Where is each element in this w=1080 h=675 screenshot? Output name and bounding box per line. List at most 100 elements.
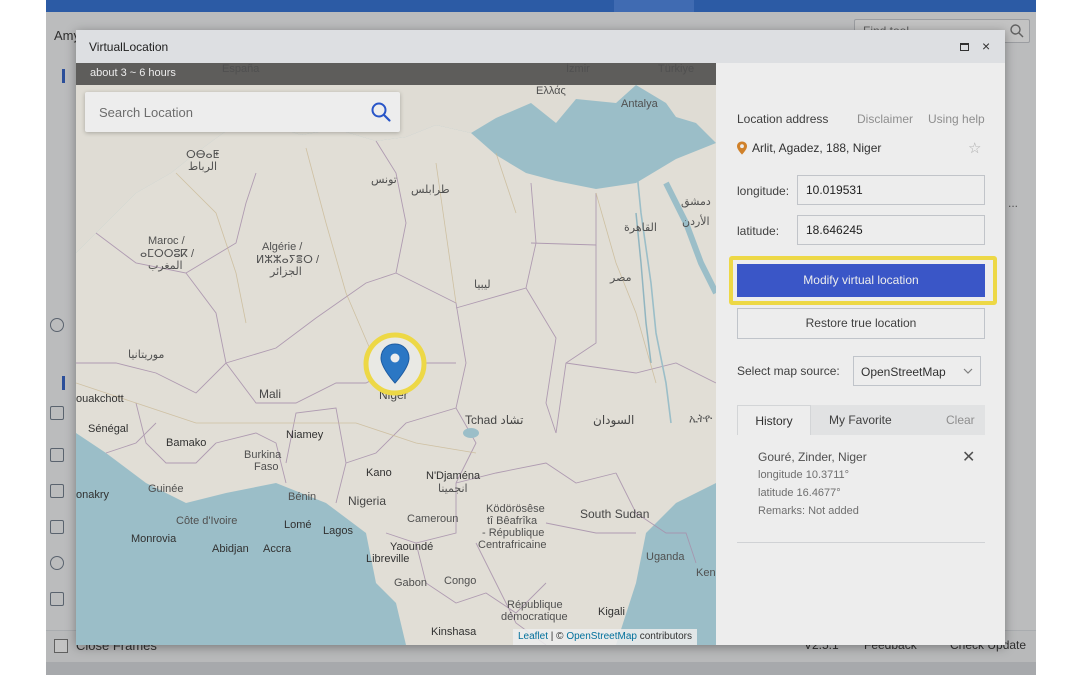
osm-link[interactable]: OpenStreetMap xyxy=(566,631,637,642)
map-label: تونس xyxy=(371,174,397,186)
map-view[interactable]: about 3 ~ 6 hours España İzmir Türkiye Ε… xyxy=(76,63,716,645)
latitude-field[interactable] xyxy=(797,215,985,245)
maximize-icon[interactable] xyxy=(960,43,969,51)
map-label: Abidjan xyxy=(212,543,249,555)
map-label: Sénégal xyxy=(88,423,129,435)
map-label: Niamey xyxy=(286,429,324,441)
map-label: الأردن xyxy=(682,216,710,228)
map-label: مصر xyxy=(610,272,632,284)
map-label: Libreville xyxy=(366,553,410,565)
favorite-star-icon[interactable]: ☆ xyxy=(968,139,981,157)
map-label: القاهرة xyxy=(624,222,657,234)
latitude-label: latitude: xyxy=(737,224,780,238)
history-latitude: latitude 16.4677° xyxy=(758,487,841,499)
dialog-title-bar: VirtualLocation × xyxy=(76,30,1005,63)
map-attribution: Leaflet | © OpenStreetMap contributors xyxy=(513,629,697,645)
map-label: Congo xyxy=(444,575,477,587)
history-divider xyxy=(737,542,985,543)
map-label: Ken xyxy=(696,567,716,579)
history-tabs: History My Favorite Clear xyxy=(737,405,985,435)
tab-my-favorite[interactable]: My Favorite xyxy=(829,405,892,435)
close-icon[interactable]: × xyxy=(982,38,990,54)
map-label: طرابلس xyxy=(411,184,450,196)
map-label: Accra xyxy=(263,543,292,555)
map-label: - République xyxy=(482,527,545,539)
map-label: Cameroun xyxy=(407,513,459,525)
map-label: Guinée xyxy=(148,483,184,495)
location-address-label: Location address xyxy=(737,112,829,126)
longitude-field[interactable] xyxy=(797,175,985,205)
map-label: N'Djaména xyxy=(426,470,481,482)
map-label: المغرب xyxy=(148,260,183,272)
latitude-input[interactable] xyxy=(806,217,976,243)
map-label: السودان xyxy=(593,413,635,427)
location-pin-highlight[interactable] xyxy=(362,331,428,397)
map-label: Ködörösêse xyxy=(486,503,545,515)
map-source-label: Select map source: xyxy=(737,364,840,378)
map-label: الجزائر xyxy=(270,266,302,278)
map-source-value: OpenStreetMap xyxy=(861,365,946,379)
map-label: Lagos xyxy=(323,525,353,537)
search-icon[interactable] xyxy=(370,101,392,123)
map-label: Faso xyxy=(254,461,279,473)
clear-history-link[interactable]: Clear xyxy=(946,405,975,435)
map-banner-text: about 3 ~ 6 hours xyxy=(90,67,176,79)
map-label: Bénin xyxy=(288,491,317,503)
map-label: démocratique xyxy=(501,611,568,623)
search-location-input[interactable] xyxy=(99,102,349,122)
map-label: Gabon xyxy=(394,577,428,589)
map-label: Kano xyxy=(366,467,392,479)
chevron-down-icon xyxy=(963,368,973,374)
map-label: tî Bêafrîka xyxy=(487,515,538,527)
map-label: انجمينا xyxy=(438,483,468,495)
map-label: République xyxy=(507,599,563,611)
map-label: موريتانيا xyxy=(128,349,165,361)
map-label: Monrovia xyxy=(131,533,177,545)
leaflet-link[interactable]: Leaflet xyxy=(518,631,548,642)
map-label: Uganda xyxy=(646,551,685,563)
map-label: Centrafricaine xyxy=(478,539,547,551)
map-label: ليبيا xyxy=(474,279,491,291)
history-longitude: longitude 10.3711° xyxy=(758,469,850,481)
restore-true-location-button[interactable]: Restore true location xyxy=(737,308,985,339)
map-label: Algérie / xyxy=(262,241,303,253)
map-label: الرباط xyxy=(188,161,218,173)
map-label: دمشق xyxy=(681,196,711,208)
history-place: Gouré, Zinder, Niger xyxy=(758,450,867,464)
map-info-banner: about 3 ~ 6 hours xyxy=(76,63,716,85)
using-help-link[interactable]: Using help xyxy=(928,112,985,126)
map-label: Yaoundé xyxy=(390,541,434,553)
map-source-select[interactable]: OpenStreetMap xyxy=(853,356,981,386)
delete-history-icon[interactable]: ✕ xyxy=(962,447,975,467)
map-label: Lomé xyxy=(284,519,312,531)
map-label: Nigeria xyxy=(348,494,387,508)
map-label: Kigali xyxy=(598,606,625,618)
map-label: Antalya xyxy=(621,98,658,110)
map-label: ouakchott xyxy=(76,393,124,405)
map-label: Ελλάς xyxy=(536,85,566,97)
map-label: España xyxy=(222,63,260,75)
attribution-separator: | © xyxy=(548,631,567,642)
search-location-box[interactable] xyxy=(85,92,400,132)
map-label: ኢትዮ xyxy=(689,413,713,425)
map-label: Mali xyxy=(259,387,282,401)
location-pin-icon xyxy=(737,141,747,155)
map-label: Maroc / xyxy=(148,235,185,247)
longitude-input[interactable] xyxy=(806,177,976,203)
map-label: Burkina xyxy=(244,449,282,461)
map-label: Côte d'Ivoire xyxy=(176,515,238,527)
disclaimer-link[interactable]: Disclaimer xyxy=(857,112,913,126)
map-label: South Sudan xyxy=(580,507,650,521)
map-label: Kinshasa xyxy=(431,626,477,638)
map-label: onakry xyxy=(76,489,110,501)
attribution-tail: contributors xyxy=(636,631,692,642)
map-label: İzmir xyxy=(566,63,590,75)
tab-history[interactable]: History xyxy=(737,405,811,435)
longitude-label: longitude: xyxy=(737,184,790,198)
map-label: Türkiye xyxy=(658,63,695,75)
history-list-item[interactable]: Gouré, Zinder, Niger longitude 10.3711° … xyxy=(737,435,985,547)
map-marker-icon[interactable] xyxy=(362,331,428,397)
modify-virtual-location-button[interactable]: Modify virtual location xyxy=(737,264,985,297)
location-panel: Location address Disclaimer Using help A… xyxy=(716,63,1005,645)
history-remarks: Remarks: Not added xyxy=(758,505,859,517)
